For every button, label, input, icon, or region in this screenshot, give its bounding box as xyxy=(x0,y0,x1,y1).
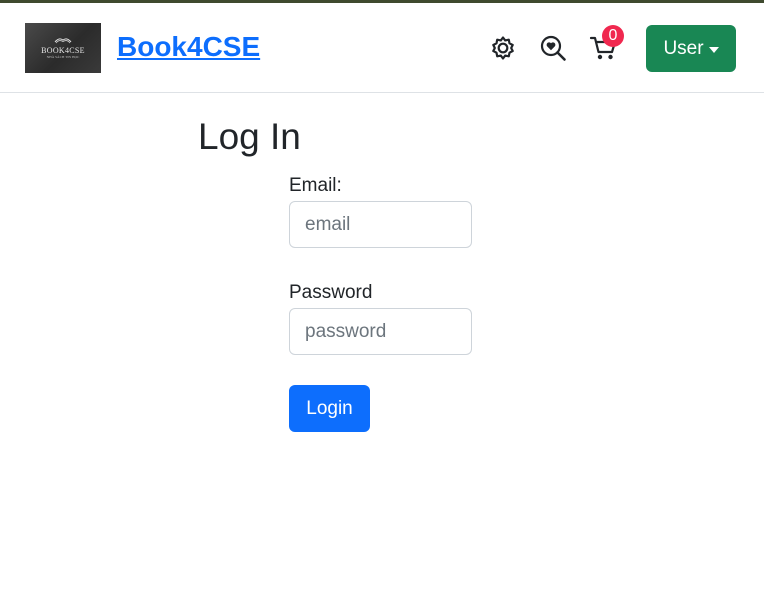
search-heart-icon[interactable] xyxy=(538,33,568,63)
email-label: Email: xyxy=(289,175,342,196)
user-button-label: User xyxy=(663,37,704,59)
password-label: Password xyxy=(289,282,373,303)
logo-text: BOOK4CSE xyxy=(41,46,85,55)
password-field[interactable] xyxy=(289,308,472,355)
logo[interactable]: BOOK4CSE NHÀ SÁCH TIN HỌC xyxy=(25,23,101,73)
email-field[interactable] xyxy=(289,201,472,248)
logo-book-icon xyxy=(54,38,72,44)
page-title: Log In xyxy=(198,116,301,157)
brand-link[interactable]: Book4CSE xyxy=(117,30,260,64)
caret-down-icon xyxy=(708,46,719,53)
gear-icon[interactable] xyxy=(488,33,518,63)
navbar: BOOK4CSE NHÀ SÁCH TIN HỌC Book4CSE 0 Use… xyxy=(0,3,764,93)
login-button[interactable]: Login xyxy=(289,385,370,432)
user-dropdown-button[interactable]: User xyxy=(646,25,736,72)
logo-subtext: NHÀ SÁCH TIN HỌC xyxy=(46,55,80,59)
cart-count-badge: 0 xyxy=(602,25,624,47)
